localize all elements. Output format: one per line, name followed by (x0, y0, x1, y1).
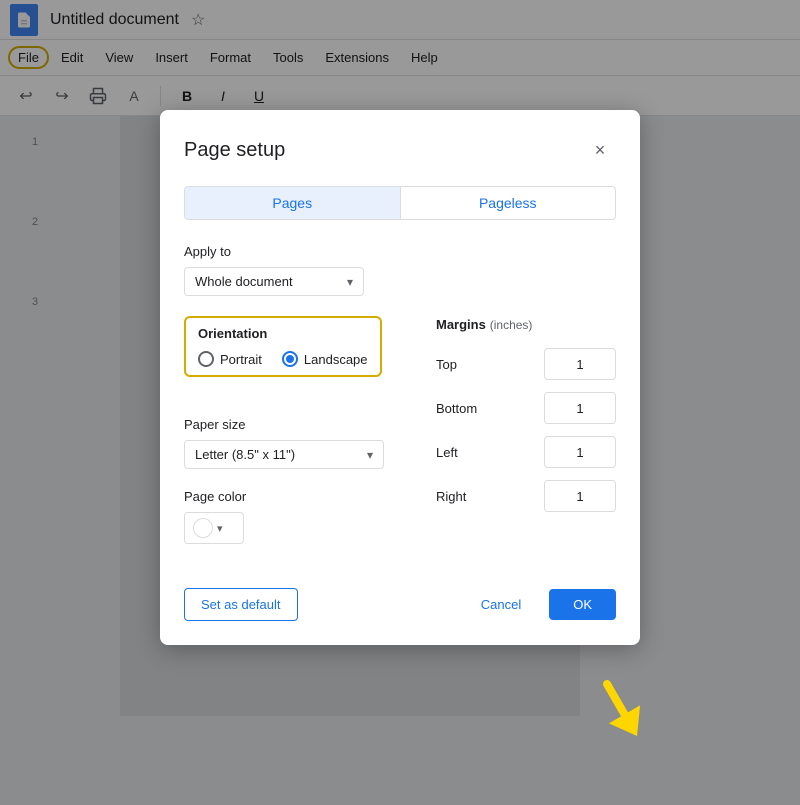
paper-size-value: Letter (8.5" x 11") (195, 447, 295, 462)
margin-row-top: Top (436, 348, 616, 380)
margin-bottom-label: Bottom (436, 401, 486, 416)
margin-row-bottom: Bottom (436, 392, 616, 424)
margin-bottom-input[interactable] (544, 392, 616, 424)
apply-to-value: Whole document (195, 274, 293, 289)
landscape-label: Landscape (304, 352, 368, 367)
margin-top-input[interactable] (544, 348, 616, 380)
portrait-radio[interactable] (198, 351, 214, 367)
set-default-button[interactable]: Set as default (184, 588, 298, 621)
page-color-section: Page color ▾ (184, 489, 412, 544)
dialog-title: Page setup (184, 139, 285, 162)
close-button[interactable]: × (584, 134, 616, 166)
left-col: Orientation Portrait Landscape (184, 316, 412, 564)
tab-pageless[interactable]: Pageless (401, 187, 616, 219)
page-setup-dialog: Page setup × Pages Pageless Apply to Who… (160, 110, 640, 645)
dialog-body: Orientation Portrait Landscape (184, 316, 616, 564)
landscape-option[interactable]: Landscape (282, 351, 368, 367)
margin-left-label: Left (436, 445, 486, 460)
tab-pages[interactable]: Pages (185, 187, 401, 219)
margin-right-input[interactable] (544, 480, 616, 512)
color-arrow: ▾ (217, 522, 223, 535)
apply-to-dropdown[interactable]: Whole document ▾ (184, 267, 364, 296)
orientation-section: Orientation Portrait Landscape (184, 316, 382, 377)
footer-right: Cancel OK (465, 589, 616, 620)
margins-unit: (inches) (490, 318, 533, 332)
margins-title: Margins (436, 317, 486, 332)
orientation-radio-group: Portrait Landscape (198, 351, 368, 367)
paper-size-section: Paper size Letter (8.5" x 11") ▾ (184, 417, 412, 469)
dialog-footer: Set as default Cancel OK (184, 588, 616, 621)
portrait-label: Portrait (220, 352, 262, 367)
portrait-option[interactable]: Portrait (198, 351, 262, 367)
color-swatch (193, 518, 213, 538)
ok-button[interactable]: OK (549, 589, 616, 620)
margin-top-label: Top (436, 357, 486, 372)
margin-left-input[interactable] (544, 436, 616, 468)
orientation-label: Orientation (198, 326, 368, 341)
apply-to-label: Apply to (184, 244, 616, 259)
page-color-button[interactable]: ▾ (184, 512, 244, 544)
paper-size-label: Paper size (184, 417, 412, 432)
cancel-button[interactable]: Cancel (465, 589, 537, 620)
apply-to-arrow: ▾ (347, 275, 353, 289)
paper-size-dropdown[interactable]: Letter (8.5" x 11") ▾ (184, 440, 384, 469)
page-color-label: Page color (184, 489, 412, 504)
tab-bar: Pages Pageless (184, 186, 616, 220)
dialog-header: Page setup × (184, 134, 616, 166)
right-col: Margins (inches) Top Bottom Left Right (436, 316, 616, 564)
landscape-radio[interactable] (282, 351, 298, 367)
margin-row-left: Left (436, 436, 616, 468)
apply-to-section: Apply to Whole document ▾ (184, 244, 616, 296)
yellow-arrow-indicator (592, 675, 652, 745)
app-container: Untitled document ☆ File Edit View Inser… (0, 0, 800, 805)
paper-size-arrow: ▾ (367, 448, 373, 462)
margin-row-right: Right (436, 480, 616, 512)
margin-right-label: Right (436, 489, 486, 504)
